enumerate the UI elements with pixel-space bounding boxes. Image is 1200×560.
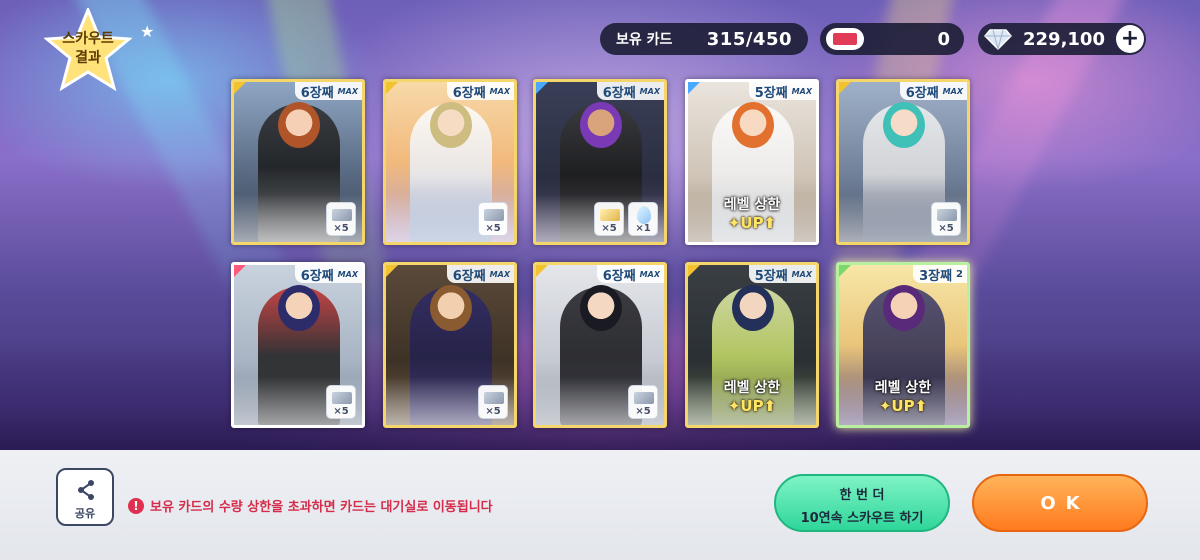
max-badge: MAX [791,86,812,96]
ticket-icon [937,209,957,221]
card-copy-count: 5장째 [754,85,788,101]
scout-again-line2: 10연속 스카우트 하기 [800,511,924,526]
gold-ticket-icon [600,209,620,221]
diamond-counter: 229,100 + [978,23,1146,55]
crystal-drop-icon [637,206,651,224]
silver-ticket-item: ×5 [478,385,508,419]
ticket-icon [332,392,352,404]
silver-ticket-item: ×5 [326,385,356,419]
card-copy-count: 6장째 [602,85,636,101]
ticket-icon [332,209,352,221]
ok-button[interactable]: OK [972,474,1148,532]
max-badge: MAX [489,269,510,279]
max-badge: MAX [337,269,358,279]
ticket-count: 0 [937,28,950,50]
badge-title-line1: 스카우트 [62,31,114,47]
warning-icon: ! [128,497,144,514]
plus-count-badge: 2 [956,268,963,280]
scout-card-new[interactable]: 3장째 2 레벨 상한 ✦UP⬆ [836,262,970,428]
badge-title-line2: 결과 [75,50,101,66]
share-label: 공유 [74,507,96,520]
scout-card[interactable]: 6장째 MAX ×5 [533,262,667,428]
scout-again-button[interactable]: 한 번 더 10연속 스카우트 하기 [774,474,950,532]
silver-ticket-item: ×5 [478,202,508,236]
max-badge: MAX [337,86,358,96]
scout-again-line1: 한 번 더 [839,488,885,503]
owned-cards-counter: 보유 카드 315/450 [600,23,808,55]
silver-ticket-item: ×5 [326,202,356,236]
scout-card[interactable]: 6장째 MAX ×5 [836,79,970,245]
max-badge: MAX [639,269,660,279]
silver-ticket-item: ×5 [628,385,658,419]
share-button[interactable]: 공유 [56,468,114,526]
diamond-icon [984,29,1012,50]
crystal-drop-item: ×1 [628,202,658,236]
card-copy-count: 6장째 [300,85,334,101]
silver-ticket-item: ×5 [931,202,961,236]
card-copy-count: 6장째 [452,268,486,284]
scout-card[interactable]: 5장째 MAX 레벨 상한 ✦UP⬆ [685,79,819,245]
scout-ticket-icon [826,28,864,50]
card-copy-count: 6장째 [602,268,636,284]
scout-card[interactable]: 6장째 MAX ×5 ×1 [533,79,667,245]
sparkle-star-icon: ★ [140,22,155,41]
share-icon [78,480,94,500]
level-cap-up-label: 레벨 상한 ✦UP⬆ [874,380,932,415]
diamond-count: 229,100 [1023,28,1105,50]
level-cap-up-label: 레벨 상한 ✦UP⬆ [723,197,781,232]
scout-card[interactable]: 5장째 MAX 레벨 상한 ✦UP⬆ [685,262,819,428]
max-badge: MAX [639,86,660,96]
ticket-icon [634,392,654,404]
owned-cards-value: 315/450 [706,28,792,50]
card-copy-count: 6장째 [905,85,939,101]
add-diamonds-button[interactable]: + [1115,25,1144,53]
max-badge: MAX [942,86,963,96]
max-badge: MAX [489,86,510,96]
max-badge: MAX [791,269,812,279]
card-copy-count: 3장째 [919,268,953,284]
ticket-icon [484,209,504,221]
scout-result-badge: 스카우트 결과 [44,8,132,92]
card-copy-count: 6장째 [452,85,486,101]
gold-ticket-item: ×5 [594,202,624,236]
owned-cards-label: 보유 카드 [616,32,673,48]
ticket-icon [484,392,504,404]
warning-text: 보유 카드의 수량 상한을 초과하면 카드는 대기실로 이동됩니다 [150,500,493,515]
card-copy-count: 5장째 [754,268,788,284]
level-cap-up-label: 레벨 상한 ✦UP⬆ [723,380,781,415]
scout-card[interactable]: 6장째 MAX ×5 [231,262,365,428]
scout-ticket-counter: 0 [820,23,964,55]
scout-card[interactable]: 6장째 MAX ×5 [231,79,365,245]
card-limit-warning: ! 보유 카드의 수량 상한을 초과하면 카드는 대기실로 이동됩니다 [128,496,493,515]
scout-card[interactable]: 6장째 MAX ×5 [383,79,517,245]
card-copy-count: 6장째 [300,268,334,284]
scout-card[interactable]: 6장째 MAX ×5 [383,262,517,428]
